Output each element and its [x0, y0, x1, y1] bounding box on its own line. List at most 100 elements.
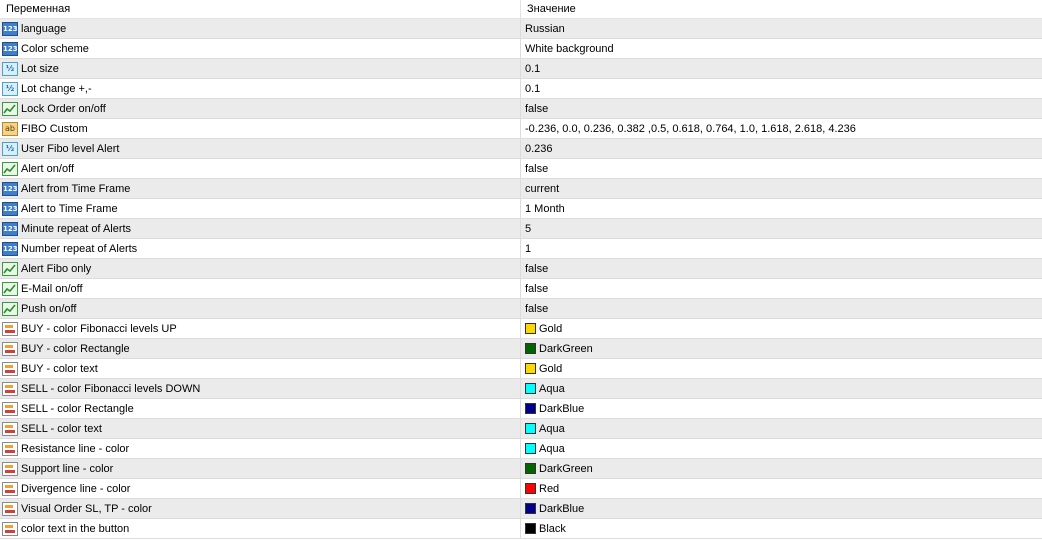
- variable-cell: 123 Minute repeat of Alerts: [0, 219, 521, 238]
- variable-value: White background: [525, 42, 614, 55]
- variable-value: 0.1: [525, 82, 541, 95]
- color-palette-icon: [2, 441, 18, 456]
- table-row[interactable]: Visual Order SL, TP - color DarkBlue: [0, 499, 1042, 519]
- table-header: Переменная Значение: [0, 0, 1042, 19]
- variable-name: BUY - color text: [21, 362, 98, 375]
- value-cell[interactable]: false: [521, 279, 1042, 298]
- value-cell[interactable]: DarkBlue: [521, 499, 1042, 518]
- int-123-icon: 123: [2, 221, 18, 236]
- variable-cell: Divergence line - color: [0, 479, 521, 498]
- value-cell[interactable]: Gold: [521, 359, 1042, 378]
- value-cell[interactable]: 5: [521, 219, 1042, 238]
- column-header-variable[interactable]: Переменная: [0, 0, 521, 18]
- table-row[interactable]: SELL - color Rectangle DarkBlue: [0, 399, 1042, 419]
- variable-cell: Lock Order on/off: [0, 99, 521, 118]
- table-row[interactable]: BUY - color Fibonacci levels UP Gold: [0, 319, 1042, 339]
- value-cell[interactable]: Aqua: [521, 379, 1042, 398]
- value-cell[interactable]: Gold: [521, 319, 1042, 338]
- color-palette-icon: [2, 401, 18, 416]
- value-cell[interactable]: 0.1: [521, 79, 1042, 98]
- table-row[interactable]: Alert on/off false: [0, 159, 1042, 179]
- variable-cell: BUY - color text: [0, 359, 521, 378]
- table-row[interactable]: ab FIBO Custom -0.236, 0.0, 0.236, 0.382 ,…: [0, 119, 1042, 139]
- table-row[interactable]: 123 language Russian: [0, 19, 1042, 39]
- double-half-icon: ½: [2, 141, 18, 156]
- int-123-icon: 123: [2, 21, 18, 36]
- table-row[interactable]: SELL - color Fibonacci levels DOWN Aqua: [0, 379, 1042, 399]
- table-row[interactable]: Divergence line - color Red: [0, 479, 1042, 499]
- variable-name: language: [21, 22, 67, 35]
- table-row[interactable]: 123 Minute repeat of Alerts 5: [0, 219, 1042, 239]
- value-cell[interactable]: -0.236, 0.0, 0.236, 0.382 ,0.5, 0.618, 0…: [521, 119, 1042, 138]
- parameters-table: Переменная Значение 123 language Russian 12…: [0, 0, 1042, 539]
- variable-value: Russian: [525, 22, 565, 35]
- variable-value: DarkBlue: [539, 402, 585, 415]
- value-cell[interactable]: DarkBlue: [521, 399, 1042, 418]
- column-header-value[interactable]: Значение: [521, 0, 1042, 18]
- value-cell[interactable]: 0.236: [521, 139, 1042, 158]
- variable-cell: Resistance line - color: [0, 439, 521, 458]
- variable-name: Color scheme: [21, 42, 89, 55]
- value-cell[interactable]: Russian: [521, 19, 1042, 38]
- variable-value: 0.1: [525, 62, 541, 75]
- variable-value: 1 Month: [525, 202, 565, 215]
- value-cell[interactable]: current: [521, 179, 1042, 198]
- value-cell[interactable]: Aqua: [521, 439, 1042, 458]
- variable-value: Aqua: [539, 422, 565, 435]
- variable-cell: ½ User Fibo level Alert: [0, 139, 521, 158]
- table-row[interactable]: ½ User Fibo level Alert 0.236: [0, 139, 1042, 159]
- table-row[interactable]: BUY - color Rectangle DarkGreen: [0, 339, 1042, 359]
- variable-cell: ½ Lot size: [0, 59, 521, 78]
- variable-cell: Push on/off: [0, 299, 521, 318]
- color-palette-icon: [2, 461, 18, 476]
- variable-name: Support line - color: [21, 462, 114, 475]
- table-row[interactable]: Support line - color DarkGreen: [0, 459, 1042, 479]
- color-swatch: [525, 523, 536, 534]
- table-row[interactable]: color text in the button Black: [0, 519, 1042, 539]
- variable-name: Alert to Time Frame: [21, 202, 118, 215]
- variable-value: Gold: [539, 322, 563, 335]
- variable-cell: SELL - color text: [0, 419, 521, 438]
- variable-name: FIBO Custom: [21, 122, 88, 135]
- bool-chart-icon: [2, 261, 18, 276]
- variable-value: false: [525, 162, 549, 175]
- color-palette-icon: [2, 321, 18, 336]
- table-row[interactable]: Push on/off false: [0, 299, 1042, 319]
- int-123-icon: 123: [2, 41, 18, 56]
- variable-value: DarkGreen: [539, 342, 593, 355]
- table-row[interactable]: E-Mail on/off false: [0, 279, 1042, 299]
- table-row[interactable]: Lock Order on/off false: [0, 99, 1042, 119]
- table-row[interactable]: Resistance line - color Aqua: [0, 439, 1042, 459]
- value-cell[interactable]: Black: [521, 519, 1042, 538]
- variable-cell: ab FIBO Custom: [0, 119, 521, 138]
- table-row[interactable]: 123 Alert from Time Frame current: [0, 179, 1042, 199]
- color-swatch: [525, 383, 536, 394]
- table-row[interactable]: 123 Alert to Time Frame 1 Month: [0, 199, 1042, 219]
- table-row[interactable]: ½ Lot change +,- 0.1: [0, 79, 1042, 99]
- value-cell[interactable]: DarkGreen: [521, 339, 1042, 358]
- table-row[interactable]: 123 Number repeat of Alerts 1: [0, 239, 1042, 259]
- value-cell[interactable]: White background: [521, 39, 1042, 58]
- variable-cell: 123 Color scheme: [0, 39, 521, 58]
- value-cell[interactable]: DarkGreen: [521, 459, 1042, 478]
- value-cell[interactable]: false: [521, 99, 1042, 118]
- variable-value: false: [525, 302, 549, 315]
- value-cell[interactable]: 0.1: [521, 59, 1042, 78]
- variable-value: 0.236: [525, 142, 553, 155]
- table-row[interactable]: SELL - color text Aqua: [0, 419, 1042, 439]
- variable-name: Divergence line - color: [21, 482, 131, 495]
- value-cell[interactable]: Red: [521, 479, 1042, 498]
- value-cell[interactable]: 1 Month: [521, 199, 1042, 218]
- value-cell[interactable]: false: [521, 299, 1042, 318]
- table-row[interactable]: Alert Fibo only false: [0, 259, 1042, 279]
- color-swatch: [525, 343, 536, 354]
- bool-chart-icon: [2, 161, 18, 176]
- color-palette-icon: [2, 521, 18, 536]
- table-row[interactable]: ½ Lot size 0.1: [0, 59, 1042, 79]
- value-cell[interactable]: false: [521, 259, 1042, 278]
- table-row[interactable]: 123 Color scheme White background: [0, 39, 1042, 59]
- value-cell[interactable]: 1: [521, 239, 1042, 258]
- value-cell[interactable]: false: [521, 159, 1042, 178]
- value-cell[interactable]: Aqua: [521, 419, 1042, 438]
- table-row[interactable]: BUY - color text Gold: [0, 359, 1042, 379]
